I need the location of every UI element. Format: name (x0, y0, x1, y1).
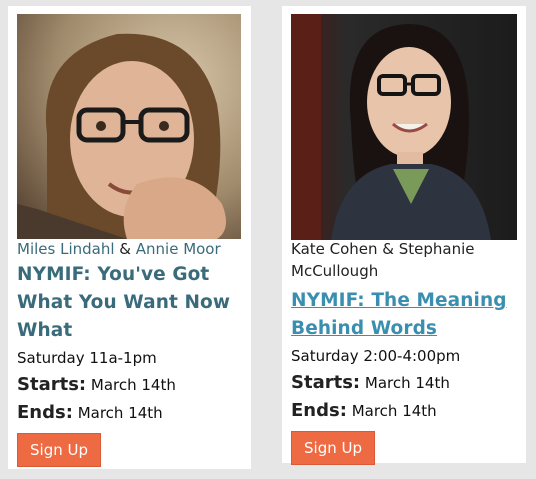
speaker-photo[interactable] (291, 14, 517, 240)
event-card: Miles Lindahl & Annie Moor NYMIF: You've… (8, 6, 251, 469)
event-authors: Kate Cohen & Stephanie McCullough (291, 240, 475, 280)
author-link[interactable]: Annie Moor (136, 240, 221, 258)
event-ends: Ends: March 14th (17, 399, 245, 427)
author-link[interactable]: Miles Lindahl (17, 240, 115, 258)
ends-value: March 14th (77, 404, 163, 422)
sign-up-button[interactable]: Sign Up (291, 431, 375, 465)
event-ends: Ends: March 14th (291, 397, 520, 425)
event-title-link[interactable]: NYMIF: The Meaning Behind Words (291, 287, 520, 343)
event-info: Miles Lindahl & Annie Moor NYMIF: You've… (17, 238, 245, 467)
ends-value: March 14th (351, 402, 437, 420)
event-schedule: Saturday 11a-1pm (17, 349, 157, 367)
ends-label: Ends: (17, 402, 73, 423)
starts-label: Starts: (291, 372, 361, 393)
starts-value: March 14th (364, 374, 450, 392)
author-separator: & (114, 240, 136, 258)
ends-label: Ends: (291, 400, 347, 421)
starts-label: Starts: (17, 374, 87, 395)
starts-value: March 14th (90, 376, 176, 394)
event-info: Kate Cohen & Stephanie McCullough NYMIF:… (291, 238, 520, 465)
speaker-photo[interactable] (17, 14, 241, 239)
event-schedule: Saturday 2:00-4:00pm (291, 347, 461, 365)
event-title[interactable]: NYMIF: You've Got What You Want Now What (17, 261, 245, 345)
event-card: Kate Cohen & Stephanie McCullough NYMIF:… (282, 6, 526, 465)
sign-up-button[interactable]: Sign Up (17, 433, 101, 467)
event-authors: Miles Lindahl & Annie Moor (17, 238, 245, 260)
event-starts: Starts: March 14th (291, 369, 520, 397)
event-starts: Starts: March 14th (17, 371, 245, 399)
